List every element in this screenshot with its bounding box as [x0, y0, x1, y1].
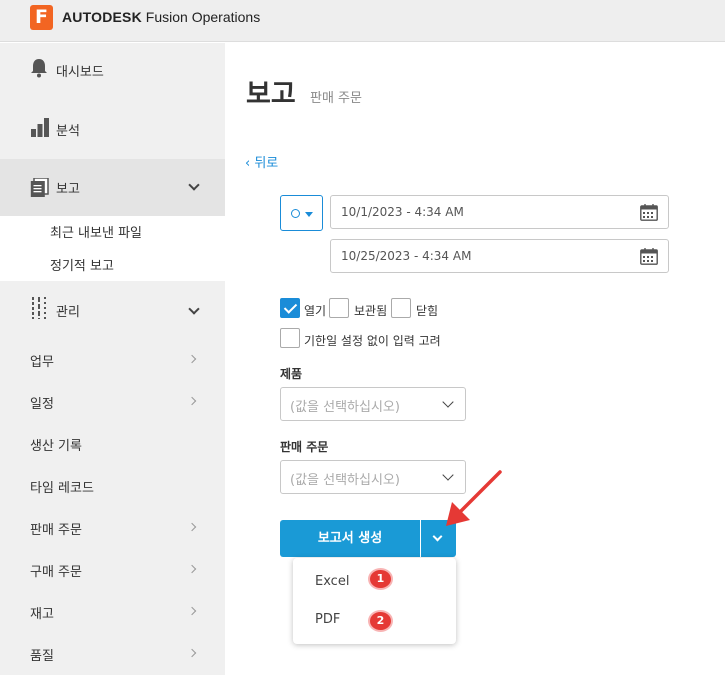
annotation-arrow-icon	[446, 470, 502, 526]
sales-order-placeholder: (값을 선택하십시오)	[290, 473, 400, 488]
open-checkbox[interactable]	[280, 298, 300, 318]
sidebar-item-label: 분석	[56, 124, 80, 139]
sidebar-item-label: 타임 레코드	[30, 481, 94, 496]
product-placeholder: (값을 선택하십시오)	[290, 400, 400, 415]
sidebar-item-manage[interactable]: 관리	[0, 291, 225, 325]
calendar-icon[interactable]	[640, 248, 658, 265]
sidebar-item-reports[interactable]: 보고	[0, 159, 225, 216]
chevron-down-icon	[188, 303, 200, 315]
chevron-right-icon	[187, 354, 197, 364]
menu-item-excel[interactable]: Excel	[315, 574, 349, 589]
archived-checkbox[interactable]	[329, 298, 349, 318]
sales-order-select[interactable]: (값을 선택하십시오)	[280, 460, 466, 494]
step-badge-1: 1	[368, 568, 393, 590]
step-badge-2: 2	[368, 610, 393, 632]
bell-icon	[31, 59, 47, 78]
sidebar-item-label: 재고	[30, 607, 54, 622]
sidebar-item-production-records[interactable]: 생산 기록	[0, 425, 225, 459]
chevron-down-icon	[432, 531, 443, 542]
sidebar-item-quality[interactable]: 품질	[0, 635, 225, 669]
chevron-right-icon	[187, 606, 197, 616]
export-format-menu: Excel PDF 1 2	[293, 558, 456, 644]
closed-checkbox[interactable]	[391, 298, 411, 318]
sidebar-item-label: 구매 주문	[30, 565, 82, 580]
submenu-item-recent-exports[interactable]: 최근 내보낸 파일	[50, 222, 142, 241]
sidebar-item-label: 관리	[56, 305, 80, 320]
reports-submenu: 최근 내보낸 파일 정기적 보고	[0, 216, 225, 281]
menu-item-pdf[interactable]: PDF	[315, 612, 340, 627]
chevron-right-icon	[187, 396, 197, 406]
sidebar-item-label: 품질	[30, 649, 54, 664]
chevron-down-icon	[188, 179, 200, 191]
sidebar-item-label: 보고	[56, 182, 80, 197]
chevron-right-icon	[187, 648, 197, 658]
chevron-down-icon	[442, 396, 454, 408]
sidebar-item-tasks[interactable]: 업무	[0, 341, 225, 375]
date-from-value: 10/1/2023 - 4:34 AM	[341, 205, 464, 219]
sidebar-item-time-records[interactable]: 타임 레코드	[0, 467, 225, 501]
bar-chart-icon	[31, 118, 49, 137]
product-select[interactable]: (값을 선택하십시오)	[280, 387, 466, 421]
fusion-logo: F	[30, 5, 53, 30]
product-label: 제품	[280, 367, 303, 381]
no-deadline-label: 기한일 설정 없이 입력 고려	[304, 334, 441, 348]
sidebar-item-dashboard[interactable]: 대시보드	[0, 53, 225, 89]
brand-rest: Fusion Operations	[141, 9, 261, 25]
brand-bold: AUTODESK	[62, 9, 142, 25]
sidebar: 대시보드 분석 보고 최근 내보낸 파일 정기적 보고 관리 업무 일정 생산 …	[0, 43, 225, 675]
sidebar-item-label: 판매 주문	[30, 523, 82, 538]
sidebar-item-label: 일정	[30, 397, 54, 412]
submenu-item-scheduled-reports[interactable]: 정기적 보고	[50, 255, 114, 274]
sidebar-item-analysis[interactable]: 분석	[0, 109, 225, 147]
page-title: 보고	[246, 79, 296, 110]
sidebar-item-schedule[interactable]: 일정	[0, 383, 225, 417]
sidebar-item-inventory[interactable]: 재고	[0, 593, 225, 627]
clock-icon	[291, 209, 300, 218]
sidebar-item-sales-orders[interactable]: 판매 주문	[0, 509, 225, 543]
page-subtitle: 판매 주문	[310, 91, 362, 106]
archived-checkbox-label: 보관됨	[354, 304, 388, 318]
calendar-icon[interactable]	[640, 204, 658, 221]
date-to-value: 10/25/2023 - 4:34 AM	[341, 249, 472, 263]
date-from-field[interactable]: 10/1/2023 - 4:34 AM	[330, 195, 669, 229]
open-checkbox-label: 열기	[304, 304, 327, 318]
date-mode-dropdown[interactable]	[280, 195, 323, 231]
report-icon	[30, 178, 49, 197]
sales-order-label: 판매 주문	[280, 440, 329, 454]
generate-report-button[interactable]: 보고서 생성	[280, 520, 420, 557]
top-bar: F AUTODESK Fusion Operations	[0, 0, 725, 42]
sidebar-item-label: 업무	[30, 355, 54, 370]
back-link[interactable]: ‹ 뒤로	[245, 152, 278, 171]
chevron-right-icon	[187, 522, 197, 532]
chevron-right-icon	[187, 564, 197, 574]
caret-down-icon	[305, 212, 313, 217]
sidebar-item-label: 대시보드	[56, 65, 104, 80]
sidebar-item-purchase-orders[interactable]: 구매 주문	[0, 551, 225, 585]
closed-checkbox-label: 닫힘	[416, 304, 439, 318]
sidebar-item-label: 생산 기록	[30, 439, 82, 454]
brand-name: AUTODESK Fusion Operations	[62, 9, 260, 25]
date-to-field[interactable]: 10/25/2023 - 4:34 AM	[330, 239, 669, 273]
no-deadline-checkbox[interactable]	[280, 328, 300, 348]
sliders-icon	[32, 297, 46, 319]
